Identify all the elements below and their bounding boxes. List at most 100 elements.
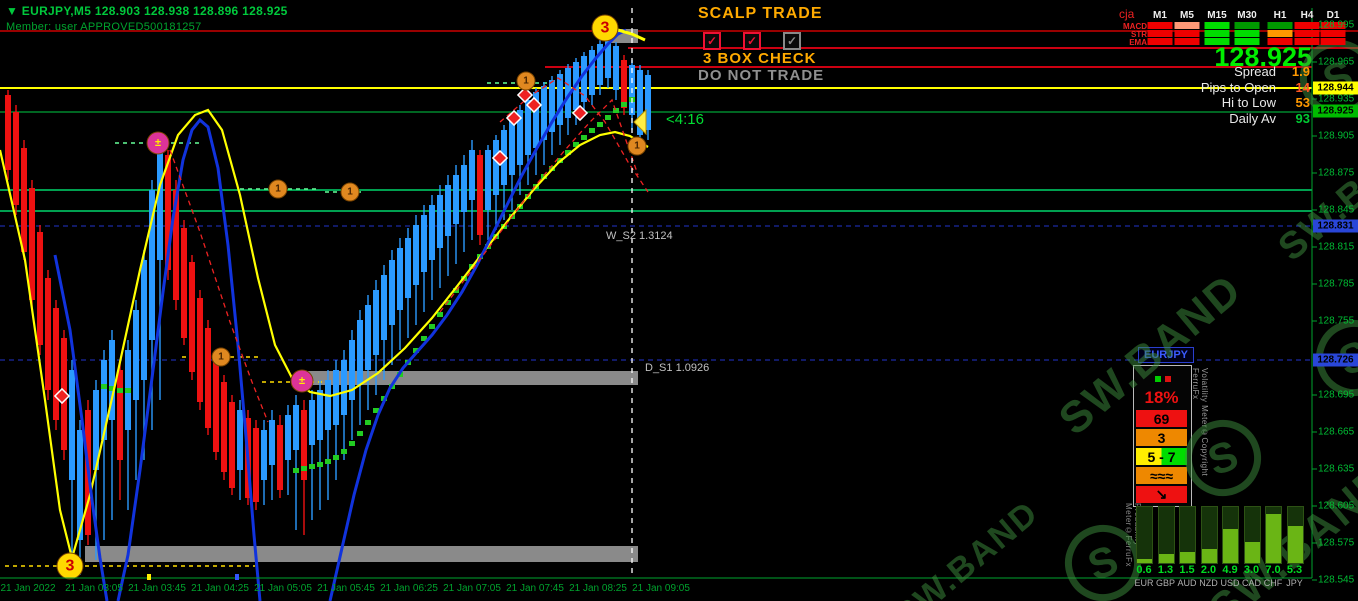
quote-stat-value: 53 bbox=[1296, 95, 1310, 110]
candlestick bbox=[189, 262, 195, 372]
price-tick-label: 128.815 bbox=[1318, 242, 1354, 253]
candlestick bbox=[461, 165, 467, 212]
candlestick bbox=[277, 425, 283, 490]
tf-status-cell-macd-M5 bbox=[1175, 22, 1200, 29]
price-tick-label: 128.635 bbox=[1318, 464, 1354, 475]
volatility-row: 5 - 7 bbox=[1136, 448, 1187, 465]
candlestick bbox=[445, 185, 451, 236]
candlestick bbox=[157, 145, 163, 260]
tf-status-cell-str-D1 bbox=[1321, 30, 1346, 37]
tf-button-H4[interactable]: H4 bbox=[1301, 10, 1314, 21]
candlestick bbox=[613, 46, 619, 90]
tf-status-cell-str-M15 bbox=[1205, 30, 1230, 37]
trend-dot bbox=[349, 441, 355, 446]
quote-stat-value: 14 bbox=[1296, 80, 1310, 95]
volatility-row: ↘ bbox=[1136, 486, 1187, 503]
candlestick bbox=[197, 298, 203, 402]
strength-bar-GBP bbox=[1158, 506, 1175, 564]
chart-canvas[interactable]: 33±±11111 bbox=[0, 0, 1358, 601]
trend-dot bbox=[101, 384, 107, 389]
candlestick bbox=[221, 382, 227, 472]
trend-dot bbox=[125, 388, 131, 393]
time-axis-label: 21 Jan 07:05 bbox=[443, 583, 501, 594]
tf-status-cell-macd-M15 bbox=[1205, 22, 1230, 29]
trend-dot bbox=[293, 468, 299, 473]
trend-dot bbox=[341, 449, 347, 454]
candlestick bbox=[69, 370, 75, 480]
trade-checkbox[interactable]: ✓ bbox=[783, 32, 801, 50]
price-tick-label: 128.665 bbox=[1318, 427, 1354, 438]
trade-checkbox[interactable]: ✓ bbox=[743, 32, 761, 50]
trend-dot bbox=[621, 102, 627, 107]
strength-code-GBP: GBP bbox=[1156, 578, 1175, 588]
price-marker-box: 128.726 bbox=[1313, 354, 1358, 367]
time-axis-label: 21 Jan 08:25 bbox=[569, 583, 627, 594]
time-axis-label: 21 Jan 07:45 bbox=[506, 583, 564, 594]
trade-checkbox[interactable]: ✓ bbox=[703, 32, 721, 50]
candlestick bbox=[333, 370, 339, 425]
candlestick bbox=[485, 150, 491, 210]
strength-value-JPY: 5.3 bbox=[1287, 564, 1302, 576]
tf-status-cell-ema-M5 bbox=[1175, 38, 1200, 45]
candlestick bbox=[21, 148, 27, 252]
candlestick bbox=[469, 150, 475, 200]
pivot-label-ds1: D_S1 1.0926 bbox=[645, 362, 709, 374]
tf-button-M30[interactable]: M30 bbox=[1237, 10, 1256, 21]
signal-dot bbox=[1165, 376, 1171, 382]
candlestick bbox=[261, 430, 267, 480]
tf-button-M1[interactable]: M1 bbox=[1153, 10, 1167, 21]
time-axis-label: 21 Jan 09:05 bbox=[632, 583, 690, 594]
candlestick bbox=[373, 290, 379, 355]
strength-bar-CHF bbox=[1265, 506, 1282, 564]
candlestick bbox=[205, 328, 211, 428]
tf-button-M15[interactable]: M15 bbox=[1207, 10, 1226, 21]
price-tick-label: 128.845 bbox=[1318, 205, 1354, 216]
axis-object-mark bbox=[147, 574, 151, 580]
tf-button-M5[interactable]: M5 bbox=[1180, 10, 1194, 21]
candlestick bbox=[317, 390, 323, 440]
symbol-quote-line: ▼ EURJPY,M5 128.903 128.938 128.896 128.… bbox=[6, 4, 288, 18]
time-axis-label: 21 Jan 05:45 bbox=[317, 583, 375, 594]
trend-dot bbox=[301, 466, 307, 471]
signal-circle-label: 3 bbox=[66, 558, 75, 575]
volatility-row: 3 bbox=[1136, 429, 1187, 446]
time-axis-label: 21 Jan 03:45 bbox=[128, 583, 186, 594]
tf-status-cell-ema-H1 bbox=[1268, 38, 1293, 45]
time-axis-label: 21 Jan 2022 bbox=[0, 583, 55, 594]
candlestick bbox=[557, 74, 563, 125]
tf-button-H1[interactable]: H1 bbox=[1274, 10, 1287, 21]
candlestick bbox=[181, 228, 187, 338]
candlestick bbox=[37, 232, 43, 345]
trend-dot bbox=[333, 455, 339, 460]
candlestick bbox=[5, 95, 11, 170]
candlestick bbox=[589, 50, 595, 95]
strength-value-AUD: 1.5 bbox=[1179, 564, 1194, 576]
candlestick bbox=[429, 205, 435, 260]
signal-circle-label: ± bbox=[299, 375, 305, 387]
trend-dot bbox=[581, 135, 587, 140]
strength-code-AUD: AUD bbox=[1177, 578, 1196, 588]
yellow-ma-line bbox=[0, 110, 648, 558]
price-tick-label: 128.545 bbox=[1318, 575, 1354, 586]
strength-code-NZD: NZD bbox=[1199, 578, 1218, 588]
candlestick bbox=[237, 410, 243, 470]
signal-circle-label: 1 bbox=[218, 352, 224, 363]
candle-countdown-timer: <4:16 bbox=[666, 111, 704, 128]
strength-value-EUR: 0.6 bbox=[1136, 564, 1151, 576]
price-marker-box: 128.944 bbox=[1313, 82, 1358, 95]
signal-circle-label: ± bbox=[155, 137, 161, 149]
time-axis-label: 21 Jan 04:25 bbox=[191, 583, 249, 594]
do-not-trade-label: DO NOT TRADE bbox=[698, 67, 824, 84]
candlestick bbox=[133, 310, 139, 400]
candlestick bbox=[437, 195, 443, 248]
tf-status-cell-macd-H4 bbox=[1295, 22, 1320, 29]
volatility-percent: 18% bbox=[1136, 388, 1187, 408]
candlestick bbox=[621, 60, 627, 108]
price-tick-label: 128.605 bbox=[1318, 501, 1354, 512]
trend-dot bbox=[605, 115, 611, 120]
strength-value-GBP: 1.3 bbox=[1158, 564, 1173, 576]
candlestick bbox=[581, 56, 587, 102]
strength-bar-fill bbox=[1223, 529, 1238, 563]
trend-dot bbox=[357, 431, 363, 436]
signal-circle-label: 1 bbox=[634, 141, 640, 152]
